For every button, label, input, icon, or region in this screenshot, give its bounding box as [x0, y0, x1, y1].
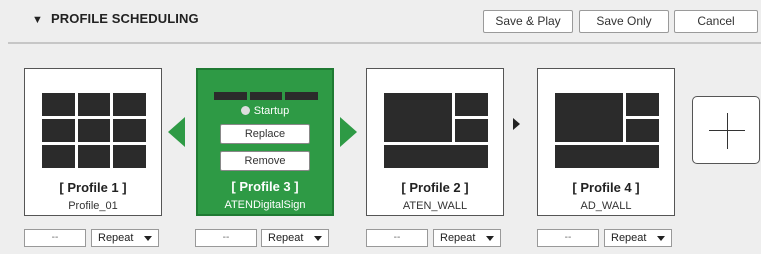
profile-name: [ Profile 4 ]	[572, 180, 640, 195]
chevron-down-icon	[144, 236, 152, 241]
replace-button[interactable]: Replace	[220, 124, 310, 144]
section-title-label: PROFILE SCHEDULING	[51, 11, 199, 26]
repeat-select-value: Repeat	[611, 232, 647, 244]
repeat-select[interactable]: Repeat	[604, 229, 672, 247]
layout-3x3-icon	[42, 93, 146, 168]
profile-subtitle: AD_WALL	[580, 200, 632, 212]
repeat-select-value: Repeat	[268, 232, 304, 244]
profile-card-3-selected[interactable]: Startup Replace Remove [ Profile 3 ] ATE…	[196, 68, 334, 216]
duration-input[interactable]: --	[195, 229, 257, 247]
green-right-arrow-icon[interactable]	[340, 117, 357, 147]
collapse-icon[interactable]: ▼	[32, 14, 43, 26]
cancel-button[interactable]: Cancel	[674, 10, 758, 33]
profile-card-1[interactable]: [ Profile 1 ] Profile_01	[24, 68, 162, 216]
duration-input[interactable]: --	[366, 229, 428, 247]
remove-button[interactable]: Remove	[220, 151, 310, 171]
profile-subtitle: Profile_01	[68, 200, 118, 212]
header-divider	[8, 42, 761, 44]
startup-label: Startup	[253, 105, 290, 117]
profile-name: [ Profile 3 ]	[231, 179, 299, 194]
layout-wall-icon	[555, 93, 659, 168]
chevron-down-icon	[657, 236, 665, 241]
save-and-play-button[interactable]: Save & Play	[483, 10, 573, 33]
profile-name: [ Profile 1 ]	[59, 180, 127, 195]
repeat-select[interactable]: Repeat	[91, 229, 159, 247]
duration-input[interactable]: --	[537, 229, 599, 247]
repeat-select-value: Repeat	[440, 232, 476, 244]
profile-card-2[interactable]: [ Profile 2 ] ATEN_WALL	[366, 68, 504, 216]
profile-card-4[interactable]: [ Profile 4 ] AD_WALL	[537, 68, 675, 216]
radio-dot-icon	[240, 106, 250, 115]
chevron-down-icon	[486, 236, 494, 241]
chevron-down-icon	[314, 236, 322, 241]
section-title[interactable]: ▼ PROFILE SCHEDULING	[32, 11, 199, 26]
section-header: ▼ PROFILE SCHEDULING Save & Play Save Onl…	[0, 0, 761, 42]
profile-name: [ Profile 2 ]	[401, 180, 469, 195]
profile-subtitle: ATEN_WALL	[402, 200, 468, 212]
repeat-select-value: Repeat	[98, 232, 134, 244]
plus-icon-vertical	[727, 113, 728, 149]
sequence-arrow-icon	[513, 118, 520, 130]
duration-input[interactable]: --	[24, 229, 86, 247]
layout-3x3-icon	[214, 92, 318, 100]
profile-subtitle: ATENDigitalSign	[224, 199, 306, 211]
repeat-select[interactable]: Repeat	[433, 229, 501, 247]
startup-radio[interactable]: Startup	[198, 105, 332, 117]
save-only-button[interactable]: Save Only	[579, 10, 669, 33]
repeat-select[interactable]: Repeat	[261, 229, 329, 247]
add-profile-button[interactable]	[692, 96, 760, 164]
layout-wall-icon	[384, 93, 488, 168]
green-left-arrow-icon[interactable]	[168, 117, 185, 147]
